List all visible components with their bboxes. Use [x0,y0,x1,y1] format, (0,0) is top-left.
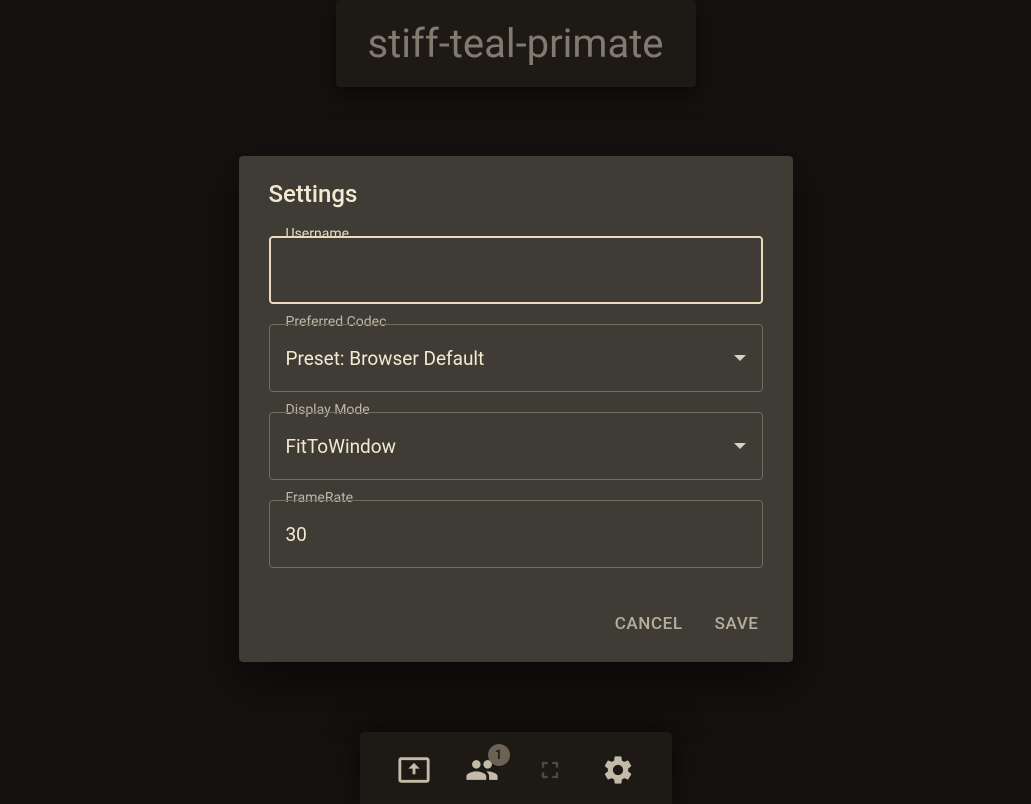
share-screen-button[interactable] [394,752,434,792]
framerate-input[interactable] [286,523,746,546]
session-title-chip: stiff-teal-primate [335,0,695,87]
username-input[interactable] [287,259,745,282]
cancel-button[interactable]: CANCEL [611,608,687,640]
username-outline [269,236,763,304]
settings-button[interactable] [598,752,638,792]
settings-dialog: Settings Username Preferred Codec Preset… [239,156,793,662]
display-mode-select[interactable]: FitToWindow [269,412,763,480]
codec-select[interactable]: Preset: Browser Default [269,324,763,392]
codec-field-wrapper: Preferred Codec Preset: Browser Default [269,324,763,392]
framerate-field-wrapper: FrameRate [269,500,763,568]
dropdown-arrow-icon [734,443,746,449]
fullscreen-icon [536,756,564,788]
codec-value: Preset: Browser Default [286,347,726,370]
framerate-outline [269,500,763,568]
display-mode-field-wrapper: Display Mode FitToWindow [269,412,763,480]
gear-icon [601,753,635,791]
bottom-toolbar: 1 [360,732,672,804]
display-mode-value: FitToWindow [286,435,726,458]
dropdown-arrow-icon [734,355,746,361]
participants-badge: 1 [488,744,510,766]
present-to-all-icon [397,753,431,791]
username-field-wrapper: Username [269,236,763,304]
dialog-title: Settings [269,180,763,208]
fullscreen-button[interactable] [530,752,570,792]
save-button[interactable]: SAVE [711,608,763,640]
participants-button[interactable]: 1 [462,752,502,792]
session-name: stiff-teal-primate [367,20,663,67]
dialog-actions: CANCEL SAVE [269,608,763,640]
